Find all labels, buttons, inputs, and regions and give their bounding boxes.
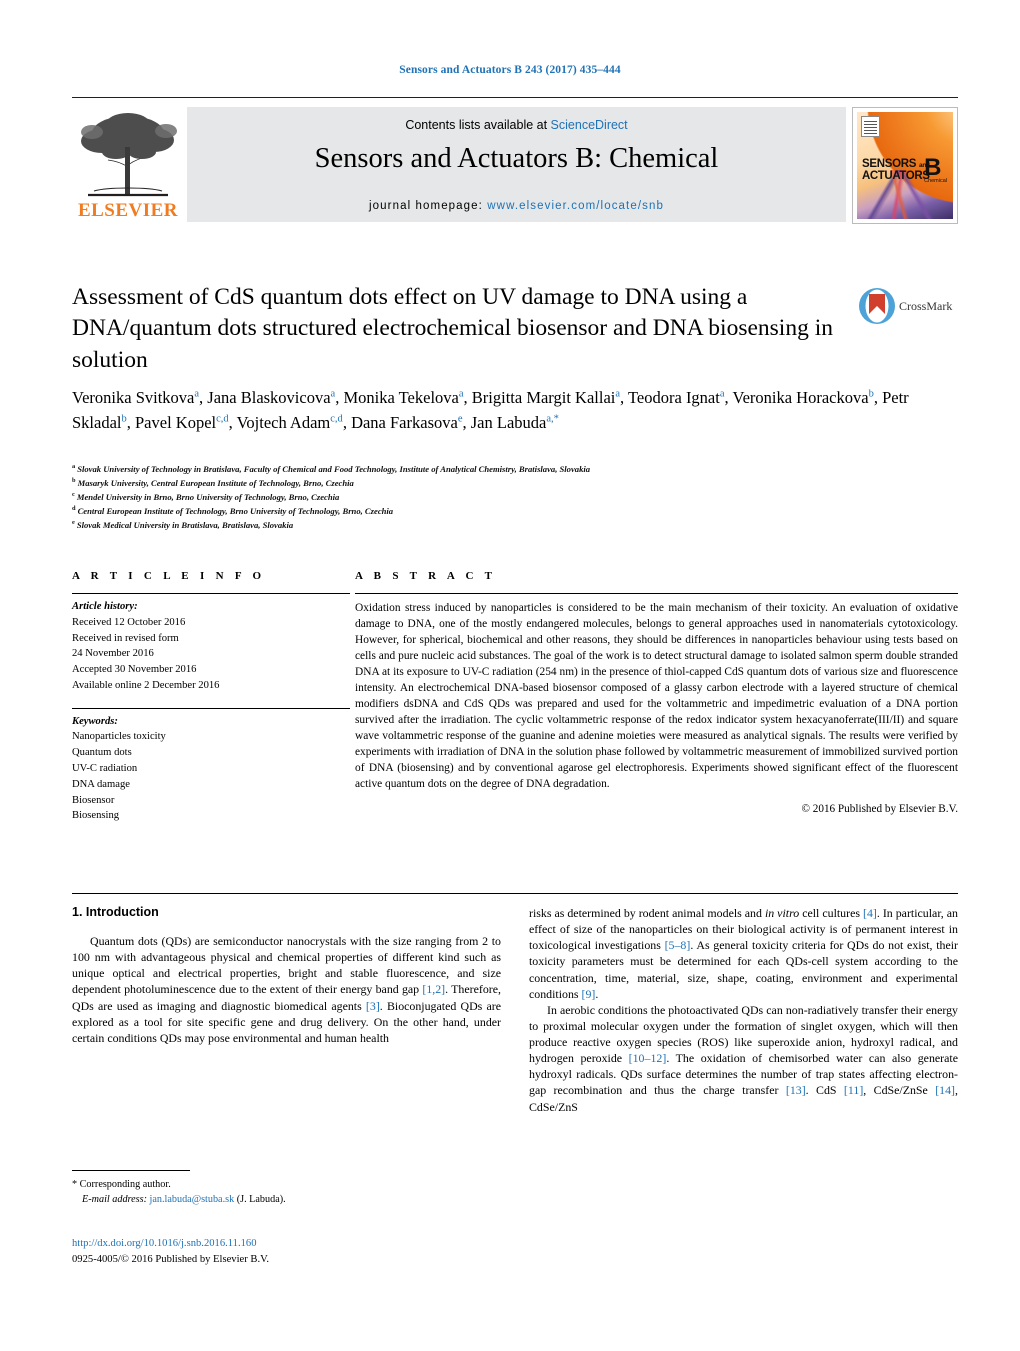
- body-column-left: 1. Introduction Quantum dots (QDs) are s…: [72, 905, 501, 1115]
- keyword-item: Nanoparticles toxicity: [72, 731, 166, 743]
- article-info-heading: A R T I C L E I N F O: [72, 570, 266, 582]
- affiliation-item: c Mendel University in Brno, Brno Univers…: [72, 491, 340, 503]
- intro-paragraph-right-1: risks as determined by rodent animal mod…: [529, 906, 958, 1001]
- contents-lists-line: Contents lists available at ScienceDirec…: [187, 118, 846, 132]
- keyword-item: DNA damage: [72, 778, 130, 790]
- journal-cover-text: SENSORS and ACTUATORS: [862, 158, 930, 182]
- history-line: Accepted 30 November 2016: [72, 664, 197, 676]
- keyword-item: UV-C radiation: [72, 763, 138, 775]
- journal-title: Sensors and Actuators B: Chemical: [314, 143, 719, 174]
- affiliation-item: a Slovak University of Technology in Brat…: [72, 463, 591, 474]
- crossmark-icon: [859, 288, 895, 324]
- history-line: Received in revised form: [72, 632, 179, 644]
- journal-homepage-line: journal homepage: www.elsevier.com/locat…: [187, 200, 846, 212]
- keyword-item: Biosensing: [72, 810, 120, 822]
- journal-cover-thumbnail: SENSORS and ACTUATORS B Chemical: [852, 107, 958, 224]
- journal-article-page: Sensors and Actuators B 243 (2017) 435–4…: [0, 0, 1020, 1351]
- elsevier-mini-logo-icon: [861, 116, 880, 137]
- corresponding-marker: *: [72, 1179, 78, 1190]
- info-abstract-columns: A R T I C L E I N F O Article history: R…: [72, 570, 958, 824]
- intro-paragraph-right-2: In aerobic conditions the photoactivated…: [529, 1002, 958, 1114]
- keyword-item: Biosensor: [72, 794, 115, 806]
- journal-homepage-label: journal homepage:: [369, 200, 488, 212]
- history-line: 24 November 2016: [72, 648, 154, 660]
- footnote-block: * Corresponding author. E-mail address: …: [72, 1178, 492, 1208]
- doi-block: http://dx.doi.org/10.1016/j.snb.2016.11.…: [72, 1236, 269, 1268]
- journal-cover-letter-sub: Chemical: [924, 178, 947, 185]
- page-title: Assessment of CdS quantum dots effect on…: [72, 284, 833, 373]
- keyword-item: Quantum dots: [72, 747, 132, 759]
- journal-cover-line2: ACTUATORS: [862, 169, 930, 182]
- corresponding-author-line: * Corresponding author.: [72, 1178, 492, 1193]
- sciencedirect-link[interactable]: ScienceDirect: [551, 118, 628, 132]
- journal-homepage-link[interactable]: www.elsevier.com/locate/snb: [487, 200, 664, 212]
- intro-paragraph-left: Quantum dots (QDs) are semiconductor nan…: [72, 934, 501, 1045]
- email-address-suffix: (J. Labuda).: [236, 1193, 286, 1205]
- journal-banner: Contents lists available at ScienceDirec…: [187, 107, 846, 222]
- keywords-block: Keywords: Nanoparticles toxicity Quantum…: [72, 709, 350, 824]
- abstract-text: Oxidation stress induced by nanoparticle…: [355, 602, 958, 791]
- email-address-link[interactable]: jan.labuda@stuba.sk: [150, 1194, 235, 1205]
- crossmark-badge[interactable]: CrossMark: [858, 285, 958, 327]
- abstract-copyright: © 2016 Published by Elsevier B.V.: [801, 803, 958, 816]
- running-head: Sensors and Actuators B 243 (2017) 435–4…: [399, 64, 621, 76]
- affiliation-item: d Central European Institute of Technolog…: [72, 505, 394, 517]
- history-line: Received 12 October 2016: [72, 616, 186, 628]
- body-columns: 1. Introduction Quantum dots (QDs) are s…: [72, 905, 958, 1115]
- email-address-label: E-mail address:: [82, 1193, 147, 1205]
- author-list: Veronika Svitkovaa, Jana Blaskovicovaa, …: [72, 388, 909, 433]
- journal-cover-letter-glyph: B: [924, 153, 942, 181]
- section-heading-introduction: 1. Introduction: [72, 905, 159, 919]
- journal-cover-art: SENSORS and ACTUATORS B Chemical: [857, 112, 953, 219]
- journal-cover-letter: B Chemical: [924, 153, 947, 185]
- title-block: Assessment of CdS quantum dots effect on…: [72, 282, 958, 376]
- contents-lists-prefix: Contents lists available at: [405, 118, 551, 132]
- affiliation-item: e Slovak Medical University in Bratislava…: [72, 519, 294, 531]
- doi-link[interactable]: http://dx.doi.org/10.1016/j.snb.2016.11.…: [72, 1236, 269, 1252]
- email-line: E-mail address: jan.labuda@stuba.sk (J. …: [72, 1193, 492, 1208]
- elsevier-tree-icon: [81, 113, 177, 197]
- affiliation-list: a Slovak University of Technology in Brat…: [72, 462, 958, 532]
- journal-cover-line1-main: SENSORS: [862, 158, 917, 171]
- issn-copyright-line: 0925-4005/© 2016 Published by Elsevier B…: [72, 1253, 270, 1265]
- abstract-column: A B S T R A C T Oxidation stress induced…: [355, 570, 958, 824]
- body-column-right: risks as determined by rodent animal mod…: [529, 905, 958, 1115]
- article-history-block: Article history: Received 12 October 201…: [72, 594, 350, 694]
- corresponding-author-label: Corresponding author.: [79, 1179, 171, 1190]
- crossmark-label: CrossMark: [899, 298, 953, 313]
- abstract-heading: A B S T R A C T: [355, 570, 497, 582]
- journal-masthead: ELSEVIER Contents lists available at Sci…: [72, 97, 958, 224]
- elsevier-wordmark: ELSEVIER: [77, 200, 179, 221]
- affiliation-item: b Masaryk University, Central European In…: [72, 477, 354, 488]
- footnote-rule: [72, 1170, 190, 1171]
- article-info-column: A R T I C L E I N F O Article history: R…: [72, 570, 350, 824]
- elsevier-logo: ELSEVIER: [72, 107, 184, 222]
- history-line: Available online 2 December 2016: [72, 679, 220, 691]
- keywords-label: Keywords:: [72, 715, 118, 727]
- body-separator-rule: [72, 893, 958, 894]
- article-history-label: Article history:: [72, 601, 138, 612]
